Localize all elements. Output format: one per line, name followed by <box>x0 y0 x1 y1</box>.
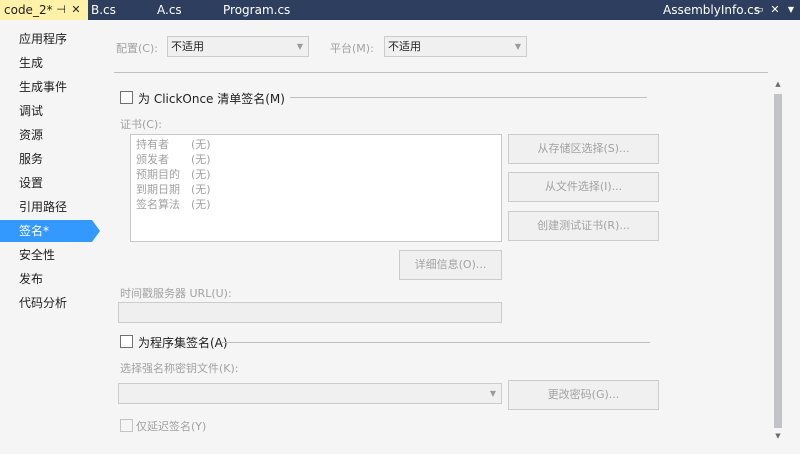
nav-item-application[interactable]: 应用程序 <box>0 28 100 50</box>
tab-label: B.cs <box>91 3 116 17</box>
keyfile-label: 选择强名称密钥文件(K): <box>120 362 239 375</box>
cert-row-key: 持有者 <box>136 138 169 151</box>
platform-select[interactable]: 不适用 ▼ <box>384 36 527 57</box>
assembly-sign-checkbox[interactable] <box>120 335 133 348</box>
assembly-sign-label: 为程序集签名(A) <box>138 336 228 350</box>
vertical-scrollbar[interactable]: ▲ ▼ <box>770 78 786 444</box>
tab-label: AssemblyInfo.cs <box>663 3 761 17</box>
nav-item-label: 服务 <box>19 152 44 166</box>
platform-label: 平台(M): <box>330 42 374 55</box>
pin-icon[interactable]: ▭ <box>753 0 765 20</box>
config-value: 不适用 <box>171 40 204 53</box>
config-label: 配置(C): <box>116 42 158 55</box>
clickonce-sign-label: 为 ClickOnce 清单签名(M) <box>138 92 285 106</box>
cert-row-key: 签名算法 <box>136 198 180 211</box>
more-details-button[interactable]: 详细信息(O)... <box>399 250 502 280</box>
tab-b-cs[interactable]: B.cs <box>91 0 116 20</box>
cert-row-key: 预期目的 <box>136 168 180 181</box>
scroll-down-icon[interactable]: ▼ <box>774 432 782 440</box>
nav-item-label: 应用程序 <box>19 32 68 46</box>
nav-item-label: 设置 <box>19 176 44 190</box>
assembly-section-line <box>222 342 650 343</box>
tab-label: Program.cs <box>223 3 291 17</box>
chevron-down-icon: ▼ <box>514 42 521 51</box>
nav-item-label: 签名* <box>19 224 50 238</box>
timestamp-url-input[interactable] <box>118 302 502 323</box>
cert-row-value: (无) <box>191 168 211 181</box>
tab-a-cs[interactable]: A.cs <box>157 0 182 20</box>
nav-item-label: 代码分析 <box>19 296 68 310</box>
nav-item-label: 引用路径 <box>19 200 68 214</box>
tab-assemblyinfo-cs[interactable]: AssemblyInfo.cs <box>663 0 760 20</box>
nav-item-resources[interactable]: 资源 <box>0 124 100 146</box>
tab-overflow-icon[interactable]: ▼ <box>785 0 797 20</box>
tab-program-cs[interactable]: Program.cs <box>223 0 290 20</box>
tab-label: code_2* <box>4 3 53 17</box>
nav-item-label: 生成事件 <box>19 80 68 94</box>
pin-icon[interactable]: ⊣ <box>55 0 67 20</box>
tab-label: A.cs <box>157 3 182 17</box>
clickonce-section-line <box>290 97 647 98</box>
chevron-down-icon: ▼ <box>296 42 303 51</box>
nav-item-label: 资源 <box>19 128 44 142</box>
config-select[interactable]: 不适用 ▼ <box>167 36 309 57</box>
cert-row-value: (无) <box>191 138 211 151</box>
certificate-label: 证书(C): <box>120 118 162 131</box>
nav-item-build[interactable]: 生成 <box>0 52 100 74</box>
select-from-file-button[interactable]: 从文件选择(I)... <box>508 172 659 202</box>
delay-sign-checkbox[interactable] <box>120 419 133 432</box>
delay-sign-label: 仅延迟签名(Y) <box>136 420 207 433</box>
platform-value: 不适用 <box>388 40 421 53</box>
scrollbar-thumb[interactable] <box>774 94 782 428</box>
scroll-up-icon[interactable]: ▲ <box>774 80 782 88</box>
clickonce-sign-checkbox[interactable] <box>120 91 133 104</box>
nav-item-build-events[interactable]: 生成事件 <box>0 76 100 98</box>
nav-item-services[interactable]: 服务 <box>0 148 100 170</box>
nav-item-label: 发布 <box>19 272 44 286</box>
nav-item-publish[interactable]: 发布 <box>0 268 100 290</box>
cert-row-value: (无) <box>191 153 211 166</box>
close-icon[interactable]: ✕ <box>70 0 82 20</box>
nav-item-reference-paths[interactable]: 引用路径 <box>0 196 100 218</box>
nav-item-label: 安全性 <box>19 248 56 262</box>
nav-item-security[interactable]: 安全性 <box>0 244 100 266</box>
nav-item-label: 生成 <box>19 56 44 70</box>
select-from-store-button[interactable]: 从存储区选择(S)... <box>508 134 659 164</box>
certificate-info-box <box>130 134 502 242</box>
chevron-down-icon: ▼ <box>489 389 496 398</box>
timestamp-url-label: 时间戳服务器 URL(U): <box>120 287 232 300</box>
create-test-cert-button[interactable]: 创建测试证书(R)... <box>508 211 659 241</box>
nav-item-label: 调试 <box>19 104 44 118</box>
config-divider <box>114 72 768 73</box>
cert-row-value: (无) <box>191 198 211 211</box>
cert-row-key: 颁发者 <box>136 153 169 166</box>
property-pages-nav: 应用程序 生成 生成事件 调试 资源 服务 设置 引用路径 签名* 安全性 发布… <box>0 20 100 454</box>
nav-item-settings[interactable]: 设置 <box>0 172 100 194</box>
nav-item-debug[interactable]: 调试 <box>0 100 100 122</box>
document-tab-bar: code_2* ⊣ ✕ B.cs A.cs Program.cs Assembl… <box>0 0 800 20</box>
nav-item-signing[interactable]: 签名* <box>0 220 100 242</box>
cert-row-key: 到期日期 <box>136 183 180 196</box>
cert-row-value: (无) <box>191 183 211 196</box>
nav-item-code-analysis[interactable]: 代码分析 <box>0 292 100 314</box>
close-icon[interactable]: ✕ <box>769 0 781 20</box>
keyfile-select[interactable]: ▼ <box>118 383 502 404</box>
change-password-button[interactable]: 更改密码(G)... <box>508 380 659 410</box>
